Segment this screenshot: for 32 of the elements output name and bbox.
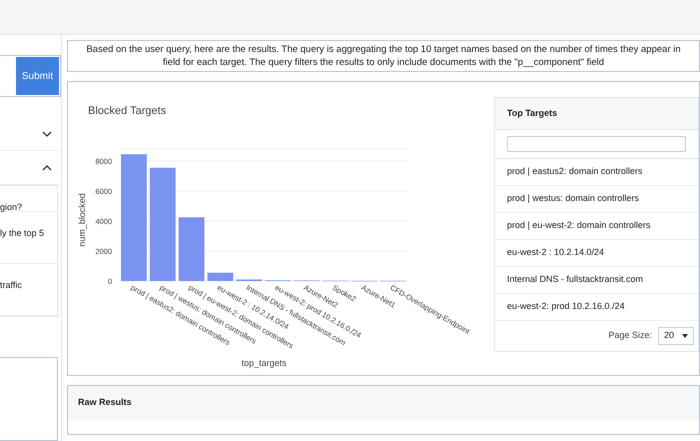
summary-text: Based on the user query, here are the results. The query is aggregating the top 10 target names based on the number of times they appear in xyxy=(85,43,682,56)
table-row[interactable]: prod | westus: domain controllers xyxy=(495,186,698,213)
y-axis-title: num_blocked xyxy=(77,193,87,247)
suggestion-item[interactable]: ly the top 5 xyxy=(0,228,44,238)
table-row[interactable]: eu-west-2: prod 10.2.16.0./24 xyxy=(495,294,698,321)
summary-text: field for each target. The query filters the results to only include documents with the "p__component" field xyxy=(162,56,606,69)
table-row[interactable]: eu-west-2 : 10.2.14.0/24 xyxy=(495,240,698,267)
table-row[interactable]: prod | eu-west-2: domain controllers xyxy=(495,213,698,240)
table-cell-text: Internal DNS - fullstacktransit.com xyxy=(507,273,644,286)
page-size-select[interactable]: 20 xyxy=(658,327,694,345)
table-cell-text: eu-west-2 : 10.2.14.0/24 xyxy=(507,246,604,260)
chart-title: Blocked Targets xyxy=(88,105,166,117)
filter-input[interactable] xyxy=(507,136,686,152)
table-cell-text: eu-west-2: prod 10.2.16.0./24 xyxy=(507,300,625,314)
text-area[interactable] xyxy=(0,357,58,441)
suggestion-item[interactable]: gion? xyxy=(0,202,22,212)
panel-title: Raw Results xyxy=(78,396,132,410)
table-cell-text: prod | westus: domain controllers xyxy=(507,192,639,206)
bar xyxy=(178,217,204,281)
table-title: Top Targets xyxy=(507,106,558,120)
suggestion-item[interactable]: traffic xyxy=(0,280,22,290)
chevron-icon xyxy=(42,130,52,136)
table-row[interactable]: Internal DNS - fullstacktransit.com xyxy=(495,267,698,294)
submit-button[interactable]: Submit xyxy=(16,57,59,95)
bar xyxy=(207,272,234,281)
dropdown-icon xyxy=(682,334,688,338)
page-size-label: Page Size: xyxy=(608,329,652,342)
chevron-icon xyxy=(42,164,52,170)
x-axis-title: top_targets xyxy=(241,358,287,368)
table-cell-text: prod | eastus2: domain controllers xyxy=(507,165,642,178)
table-row[interactable]: prod | eastus2: domain controllers xyxy=(495,159,698,186)
table-cell-text: prod | eu-west-2: domain controllers xyxy=(507,219,650,232)
